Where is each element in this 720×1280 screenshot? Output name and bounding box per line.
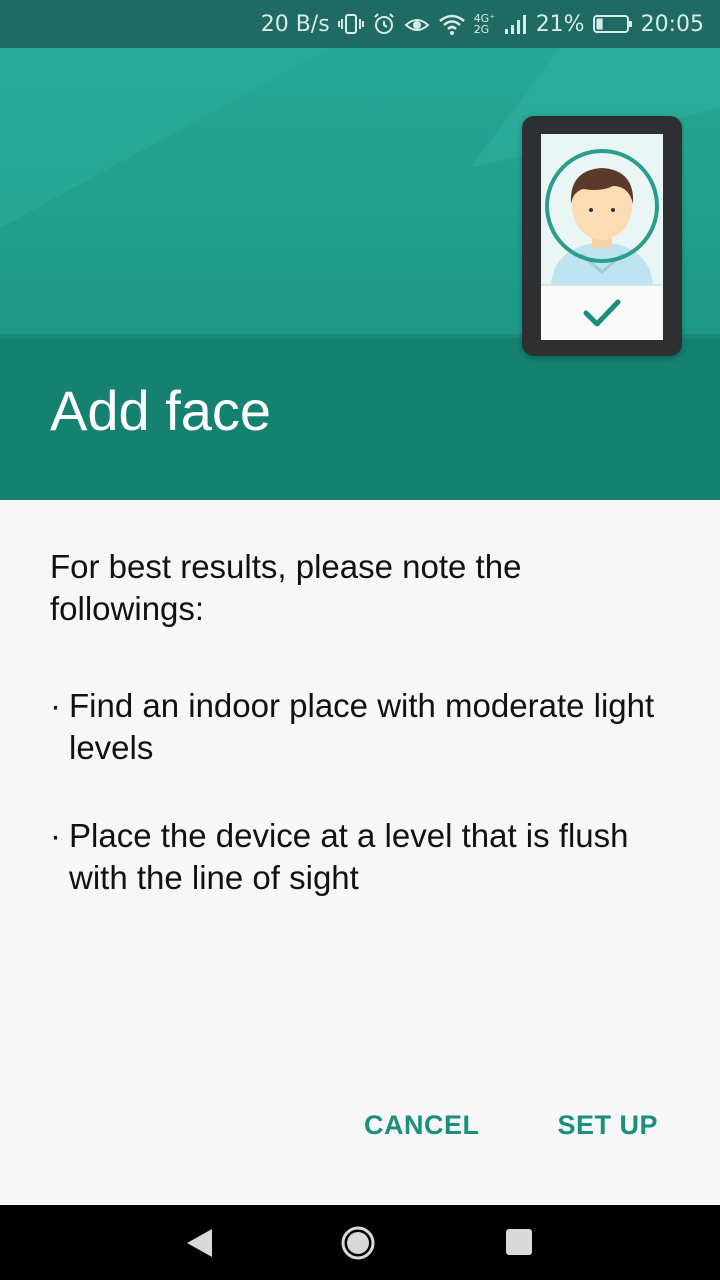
cancel-button[interactable]: CANCEL	[364, 1110, 480, 1141]
checkmark-icon	[583, 299, 621, 327]
signal-icon	[504, 13, 528, 35]
bullet-marker: ·	[50, 687, 61, 724]
bullet-text: Place the device at a level that is flus…	[69, 817, 629, 896]
net-speed: 20 B/s	[260, 11, 330, 37]
back-icon[interactable]	[184, 1227, 216, 1259]
status-bar: 20 B/s 4G⁺ 2G 21% 20:05	[0, 0, 720, 48]
dialog-actions: CANCEL SET UP	[364, 1110, 658, 1141]
face-avatar-icon	[545, 149, 659, 284]
bullet-marker: ·	[50, 817, 61, 854]
home-icon[interactable]	[341, 1226, 375, 1260]
vibrate-icon	[337, 13, 364, 35]
setup-button[interactable]: SET UP	[557, 1110, 658, 1141]
intro-text: For best results, please note the follow…	[50, 548, 522, 627]
phone-check-bar	[541, 284, 663, 340]
instructions-panel: For best results, please note the follow…	[0, 500, 720, 1205]
wifi-icon	[438, 13, 466, 35]
header-banner: Add face	[0, 48, 720, 500]
battery-icon	[592, 13, 633, 35]
navigation-bar	[0, 1205, 720, 1280]
phone-face-check-icon	[522, 116, 682, 356]
phone-screen	[541, 134, 663, 340]
network-type: 4G⁺ 2G	[473, 12, 496, 36]
battery-percent: 21%	[535, 11, 585, 37]
list-item: · Place the device at a level that is fl…	[50, 815, 670, 899]
clock: 20:05	[640, 11, 704, 37]
eye-comfort-icon	[404, 13, 430, 35]
list-item: · Find an indoor place with moderate lig…	[50, 685, 670, 769]
recents-icon[interactable]	[504, 1227, 536, 1259]
page-title: Add face	[50, 379, 272, 442]
bullet-text: Find an indoor place with moderate light…	[69, 687, 655, 766]
alarm-icon	[372, 12, 396, 36]
